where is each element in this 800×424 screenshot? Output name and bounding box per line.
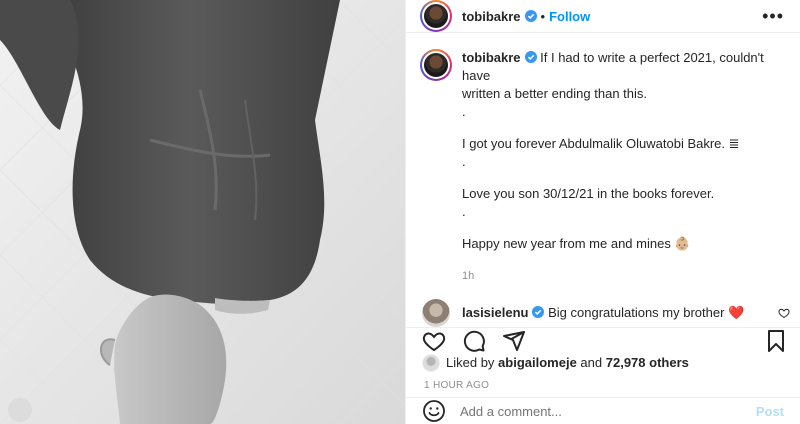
likes-joiner: and	[580, 355, 603, 371]
small-heart-icon[interactable]	[778, 307, 790, 319]
post-modal: tobibakre • Follow ••• tobibakre If I ha…	[0, 0, 800, 424]
likes-prefix: Liked by	[446, 355, 495, 371]
verified-badge-icon	[524, 10, 537, 22]
caption-line: .	[462, 154, 466, 169]
caption-line: Love you son 30/12/21 in the books forev…	[462, 186, 715, 201]
comments-area: tobibakre If I had to write a perfect 20…	[406, 33, 800, 327]
caption-line: I got you forever Abdulmalik Oluwatobi B…	[462, 136, 740, 151]
post-header: tobibakre • Follow •••	[406, 0, 800, 33]
share-icon[interactable]	[502, 329, 526, 353]
caption-username[interactable]: tobibakre	[462, 50, 521, 65]
likes-count[interactable]: 72,978 others	[606, 355, 689, 370]
liker-username[interactable]: abigailomeje	[498, 355, 577, 370]
add-comment-bar: Post	[406, 397, 800, 424]
author-username[interactable]: tobibakre	[462, 9, 521, 24]
liker-avatar[interactable]	[422, 353, 440, 372]
commenter-username[interactable]: lasisielenu	[462, 305, 528, 320]
post-photo[interactable]	[0, 0, 405, 424]
likes-summary: Liked by abigailomeje and 72,978 others	[406, 353, 800, 372]
caption-text: tobibakre If I had to write a perfect 20…	[462, 49, 782, 285]
comment-row: lasisielenu Big congratulations my broth…	[420, 299, 790, 327]
caption-line: .	[462, 204, 466, 219]
caption-line: written a better ending than this.	[462, 86, 648, 101]
caption-line: Happy new year from me and mines 👶🏼	[462, 236, 691, 251]
post-age[interactable]: 1 HOUR AGO	[406, 372, 800, 392]
likes-text: Liked by abigailomeje and 72,978 others	[446, 355, 689, 370]
heart-icon[interactable]	[422, 329, 446, 353]
comment-body: Big congratulations my brother ❤️	[548, 305, 745, 320]
verified-badge-icon	[532, 306, 545, 318]
emoji-icon[interactable]	[422, 399, 446, 423]
commenter-avatar[interactable]	[422, 299, 450, 327]
verified-badge-icon	[524, 51, 537, 63]
post-sidebar: tobibakre • Follow ••• tobibakre If I ha…	[405, 0, 800, 424]
caption-avatar[interactable]	[420, 49, 452, 81]
comment-icon[interactable]	[462, 329, 486, 353]
action-bar	[406, 327, 800, 354]
post-caption: tobibakre If I had to write a perfect 20…	[420, 49, 784, 285]
post-button[interactable]: Post	[756, 404, 784, 419]
bookmark-icon[interactable]	[764, 329, 788, 353]
caption-line: .	[462, 104, 466, 119]
follow-button[interactable]: Follow	[549, 9, 590, 24]
header-separator: •	[540, 8, 546, 24]
author-avatar[interactable]	[420, 0, 452, 32]
comment-text: lasisielenu Big congratulations my broth…	[462, 305, 744, 321]
more-options-icon[interactable]: •••	[762, 6, 784, 27]
photo-father-son-hands	[0, 0, 405, 424]
comment-input[interactable]	[460, 403, 756, 419]
caption-timestamp[interactable]: 1h	[462, 267, 782, 285]
